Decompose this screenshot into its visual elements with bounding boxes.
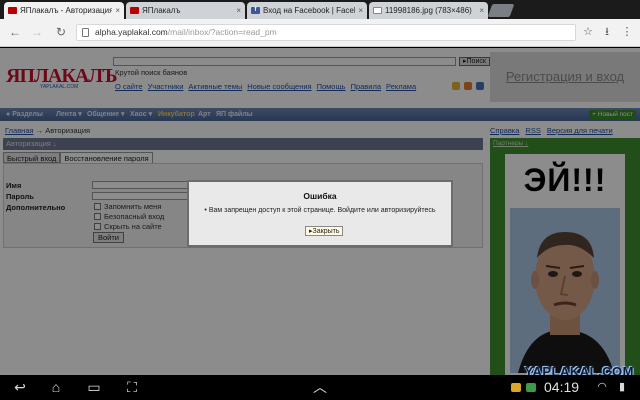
tab-facebook[interactable]: f Вход на Facebook | Facebo ×: [247, 2, 367, 19]
close-icon[interactable]: ×: [358, 6, 363, 15]
screenshot-icon[interactable]: ⛶: [122, 379, 142, 395]
page-info-icon[interactable]: [82, 28, 89, 37]
address-bar[interactable]: alpha.yaplakal.com/mail/inbox/?action=re…: [76, 24, 576, 41]
tab-image[interactable]: 11998186.jpg (783×486) ×: [369, 2, 488, 19]
tab-yaplakal-auth[interactable]: ЯПлакалъ - Авторизация ×: [4, 2, 124, 19]
tab-yaplakal[interactable]: ЯПлакалъ ×: [126, 2, 245, 19]
chevron-up-icon[interactable]: ︿: [310, 379, 330, 395]
close-icon[interactable]: ×: [236, 6, 241, 15]
bookmark-star-icon[interactable]: ☆: [581, 25, 595, 39]
image-file-icon: [373, 7, 382, 14]
error-dialog: Ошибка • Вам запрещен доступ к этой стра…: [187, 180, 453, 247]
menu-icon[interactable]: ⋮: [620, 25, 634, 39]
tab-label: ЯПлакалъ - Авторизация: [20, 6, 113, 15]
reload-icon[interactable]: ↻: [54, 25, 68, 39]
dialog-message: • Вам запрещен доступ к этой странице. В…: [204, 207, 436, 214]
url-path: /mail/inbox/?action=read_pm: [167, 27, 277, 37]
yaplakal-favicon-icon: [130, 7, 139, 14]
system-clock: 04:19: [544, 379, 580, 395]
dialog-title: Ошибка: [303, 191, 337, 201]
yaplakal-favicon-icon: [8, 7, 17, 14]
recent-apps-icon[interactable]: ▭: [84, 379, 104, 395]
close-icon[interactable]: ×: [115, 6, 120, 15]
system-navigation-bar: ↩ ⌂ ▭ ⛶ ︿ 04:19 ◠ ▮: [0, 375, 640, 400]
back-nav-icon[interactable]: ↩: [10, 379, 30, 395]
download-icon[interactable]: ⭳: [600, 25, 614, 39]
tab-label: Вход на Facebook | Facebo: [263, 6, 356, 15]
forward-icon[interactable]: →: [30, 25, 44, 39]
dialog-close-button[interactable]: ▸Закрыть: [305, 226, 344, 236]
back-icon[interactable]: ←: [8, 25, 22, 39]
browser-toolbar: ← → ↻ alpha.yaplakal.com/mail/inbox/?act…: [0, 19, 640, 47]
app-notification-icon[interactable]: [511, 383, 521, 392]
battery-icon: ▮: [618, 381, 626, 393]
tab-strip: ЯПлакалъ - Авторизация × ЯПлакалъ × f Вх…: [0, 0, 640, 19]
tab-label: ЯПлакалъ: [142, 6, 181, 15]
facebook-favicon-icon: f: [251, 7, 260, 14]
close-icon[interactable]: ×: [479, 6, 484, 15]
url-host: alpha.yaplakal.com: [95, 27, 168, 37]
new-tab-button[interactable]: [487, 4, 515, 17]
home-icon[interactable]: ⌂: [46, 379, 66, 395]
download-notification-icon[interactable]: [526, 383, 536, 392]
wifi-icon: ◠: [597, 381, 607, 393]
tab-label: 11998186.jpg (783×486): [385, 6, 472, 15]
